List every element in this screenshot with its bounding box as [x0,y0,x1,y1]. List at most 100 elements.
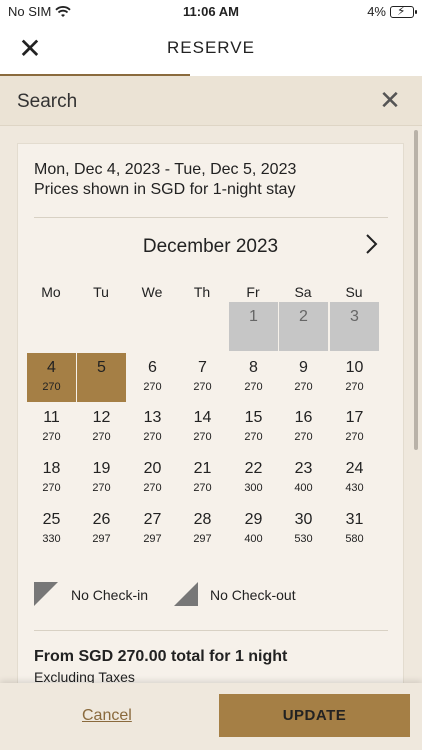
calendar-day-23[interactable]: 23 400 [279,454,328,503]
update-button[interactable]: UPDATE [219,694,410,737]
calendar-day-13[interactable]: 13 270 [128,403,177,452]
battery-percent: 4% [367,4,386,19]
scroll-content[interactable]: Mon, Dec 4, 2023 - Tue, Dec 5, 2023 Pric… [0,127,422,683]
no-checkout-label: No Check-out [210,587,296,603]
action-footer: Cancel UPDATE [0,683,422,750]
day-price: 270 [193,381,212,393]
day-price: 300 [244,482,263,494]
day-number: 26 [92,511,111,528]
price-total: From SGD 270.00 total for 1 night [34,648,288,665]
nav-bar: ✕ RESERVE [0,24,422,76]
day-price: 270 [244,381,263,393]
calendar-month: December 2023 [142,236,279,257]
day-number: 9 [299,359,308,376]
divider [34,217,388,218]
day-price: 270 [143,482,162,494]
day-price: 330 [42,533,61,545]
calendar-day-11[interactable]: 11 270 [27,403,76,452]
day-price: 270 [42,431,61,443]
day-price: 430 [345,482,364,494]
calendar-day-24[interactable]: 24 430 [330,454,379,503]
day-price: 270 [294,381,313,393]
no-checkout-icon [174,582,198,606]
day-number: 25 [42,511,61,528]
calendar-day-16[interactable]: 16 270 [279,403,328,452]
search-card: Mon, Dec 4, 2023 - Tue, Dec 5, 2023 Pric… [17,143,404,683]
day-number: 8 [249,359,258,376]
day-number: 21 [193,460,212,477]
day-price: 270 [294,431,313,443]
calendar-day-2: 2 [279,302,328,351]
page-title: RESERVE [167,38,255,57]
status-time: 11:06 AM [183,4,239,19]
day-price: 297 [193,533,212,545]
battery-icon: ⚡ [390,4,417,18]
calendar-day-17[interactable]: 17 270 [330,403,379,452]
collapse-search-icon[interactable]: ✕ [376,86,404,114]
search-header[interactable]: Search ✕ [0,76,422,126]
scrollbar[interactable] [414,130,418,450]
day-number: 4 [47,359,56,376]
calendar-day-28[interactable]: 28 297 [178,505,227,554]
calendar-day-19[interactable]: 19 270 [77,454,126,503]
day-price: 400 [244,533,263,545]
day-number: 7 [198,359,207,376]
calendar-day-18[interactable]: 18 270 [27,454,76,503]
calendar-day-21[interactable]: 21 270 [178,454,227,503]
day-price: 270 [193,482,212,494]
weekday-label: Tu [93,284,109,300]
calendar-day-12[interactable]: 12 270 [77,403,126,452]
calendar-day-5[interactable]: 5 [77,353,126,402]
calendar-day-25[interactable]: 25 330 [27,505,76,554]
calendar-day-6[interactable]: 6 270 [128,353,177,402]
calendar-day-8[interactable]: 8 270 [229,353,278,402]
day-number: 15 [244,409,263,426]
day-number: 24 [345,460,364,477]
day-price: 270 [92,482,111,494]
no-checkin-icon [34,582,58,606]
tax-note: Excluding Taxes [34,669,135,683]
calendar-day-7[interactable]: 7 270 [178,353,227,402]
day-price: 297 [143,533,162,545]
day-number: 3 [350,308,359,325]
day-number: 29 [244,511,263,528]
day-number: 13 [143,409,162,426]
day-price: 270 [345,381,364,393]
search-label: Search [17,91,78,112]
day-price: 270 [92,431,111,443]
weekday-label: Sa [294,284,312,300]
cancel-button[interactable]: Cancel [82,707,132,725]
day-number: 22 [244,460,263,477]
calendar-day-27[interactable]: 27 297 [128,505,177,554]
day-number: 14 [193,409,212,426]
divider [34,630,388,631]
calendar-day-15[interactable]: 15 270 [229,403,278,452]
calendar-day-10[interactable]: 10 270 [330,353,379,402]
day-number: 23 [294,460,313,477]
day-price: 270 [143,381,162,393]
calendar-day-30[interactable]: 30 530 [279,505,328,554]
calendar-day-9[interactable]: 9 270 [279,353,328,402]
calendar-day-4[interactable]: 4 270 [27,353,76,402]
calendar-day-14[interactable]: 14 270 [178,403,227,452]
status-right: 4% ⚡ [367,4,417,19]
day-number: 6 [148,359,157,376]
day-number: 1 [249,308,258,325]
chevron-right-icon[interactable] [361,232,381,256]
day-number: 16 [294,409,313,426]
weekday-label: Mo [41,284,61,300]
day-price: 400 [294,482,313,494]
weekday-label: Fr [246,284,260,300]
calendar-day-29[interactable]: 29 400 [229,505,278,554]
calendar-day-20[interactable]: 20 270 [128,454,177,503]
weekday-label: Th [193,284,211,300]
calendar-day-22[interactable]: 22 300 [229,454,278,503]
calendar-day-26[interactable]: 26 297 [77,505,126,554]
day-price: 270 [345,431,364,443]
day-number: 11 [43,409,60,426]
calendar-day-31[interactable]: 31 580 [330,505,379,554]
day-price: 270 [244,431,263,443]
day-number: 31 [345,511,364,528]
day-price: 270 [143,431,162,443]
price-note: Prices shown in SGD for 1-night stay [34,181,296,198]
